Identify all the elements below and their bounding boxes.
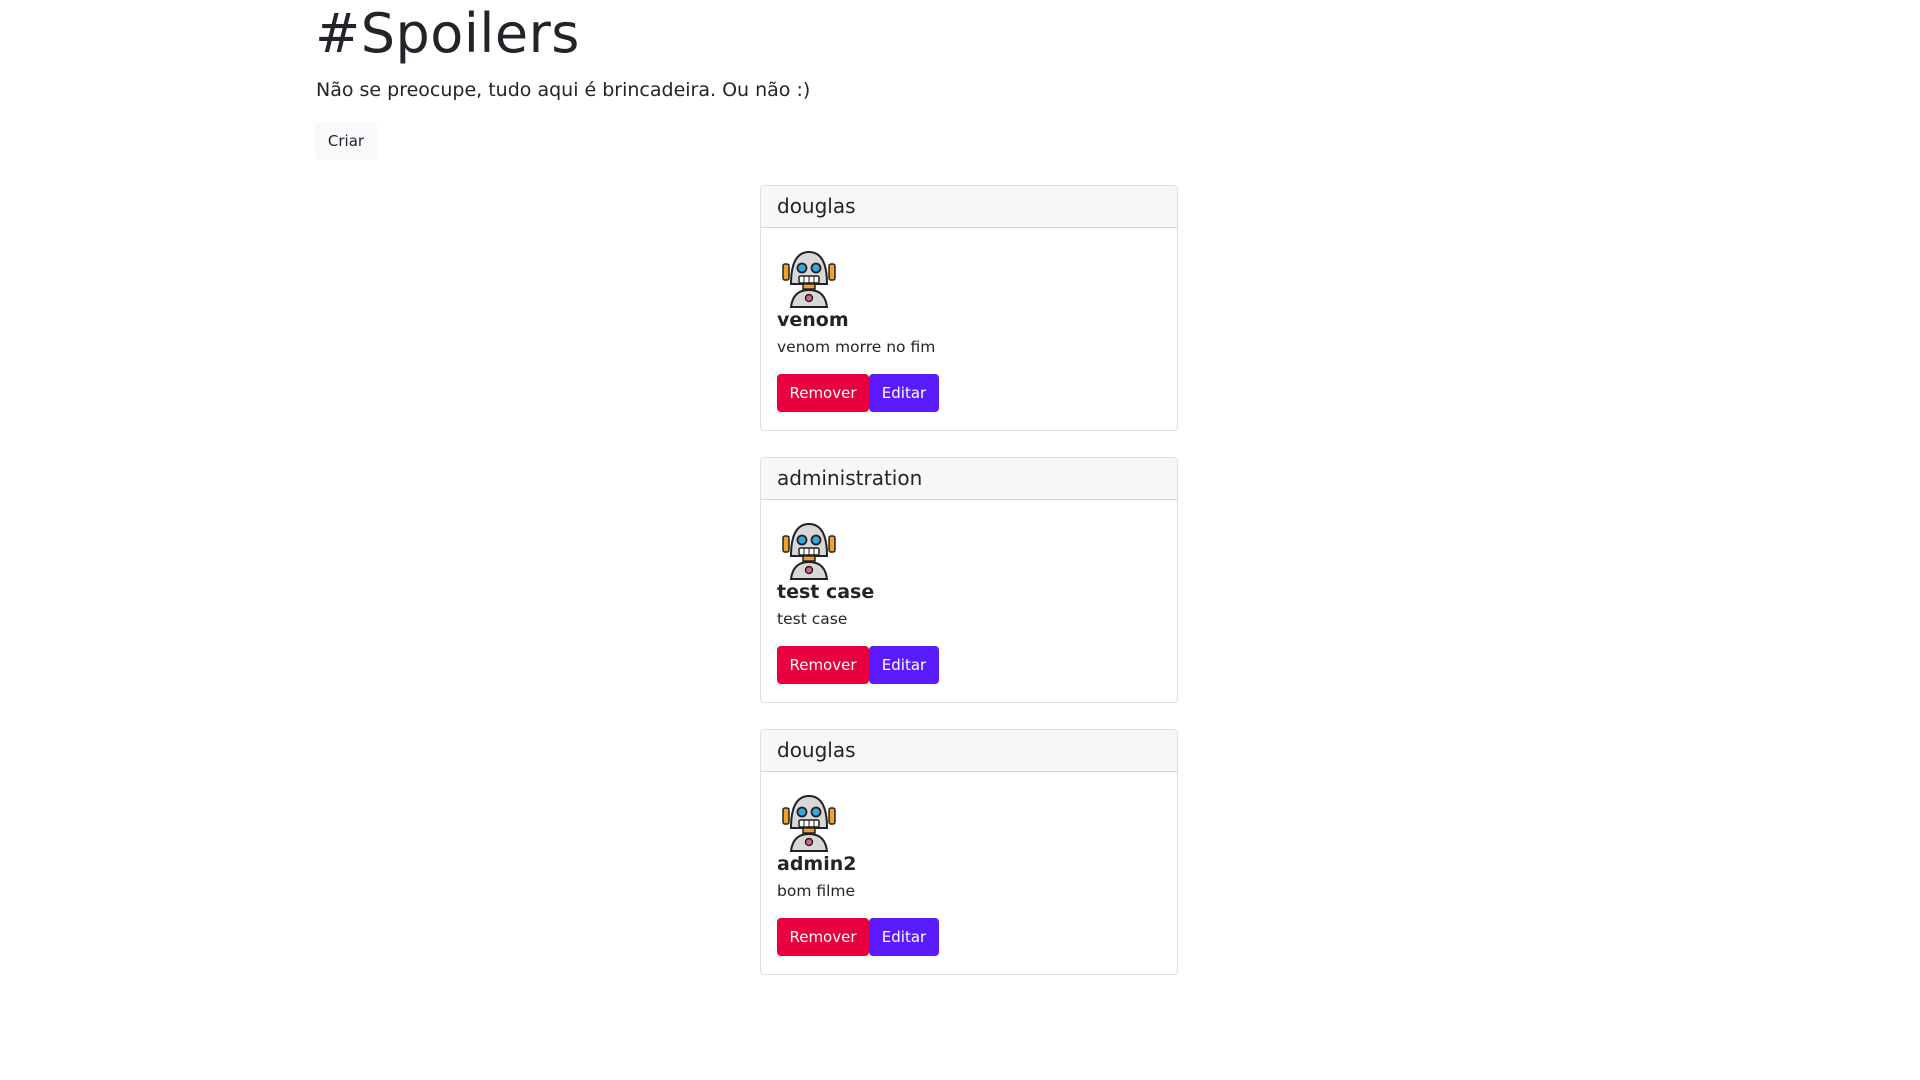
card-title: admin2 <box>777 853 857 875</box>
robot-icon <box>782 522 836 580</box>
card-actions: Remover Editar <box>777 918 1161 956</box>
card-text: bom filme <box>777 882 856 900</box>
card-body: admin2 bom filme Remover Editar <box>761 772 1177 956</box>
card-author: administration <box>761 458 1177 500</box>
card-text: test case <box>777 610 848 628</box>
edit-button[interactable]: Editar <box>869 646 939 684</box>
card-body: venom venom morre no fim Remover Editar <box>761 228 1177 412</box>
card-author: douglas <box>761 730 1177 772</box>
edit-button[interactable]: Editar <box>869 918 939 956</box>
card-author: douglas <box>761 186 1177 228</box>
spoiler-card: douglas venom venom morre no fim Remover… <box>760 185 1178 431</box>
page-container: #Spoilers Não se preocupe, tudo aqui é b… <box>0 0 1920 1080</box>
spoiler-list: douglas venom venom morre no fim Remover… <box>760 185 1180 1001</box>
robot-icon <box>782 250 836 308</box>
remove-button[interactable]: Remover <box>777 374 869 412</box>
edit-button[interactable]: Editar <box>869 374 939 412</box>
spoiler-card: administration test case test case Remov… <box>760 457 1178 703</box>
page-subtitle: Não se preocupe, tudo aqui é brincadeira… <box>316 79 811 101</box>
create-button[interactable]: Criar <box>315 122 377 160</box>
page-title: #Spoilers <box>315 2 580 65</box>
card-text: venom morre no fim <box>777 338 936 356</box>
remove-button[interactable]: Remover <box>777 646 869 684</box>
card-title: venom <box>777 309 849 331</box>
card-title: test case <box>777 581 875 603</box>
card-body: test case test case Remover Editar <box>761 500 1177 684</box>
spoiler-card: douglas admin2 bom filme Remover Editar <box>760 729 1178 975</box>
card-actions: Remover Editar <box>777 374 1161 412</box>
robot-icon <box>782 794 836 852</box>
card-actions: Remover Editar <box>777 646 1161 684</box>
remove-button[interactable]: Remover <box>777 918 869 956</box>
